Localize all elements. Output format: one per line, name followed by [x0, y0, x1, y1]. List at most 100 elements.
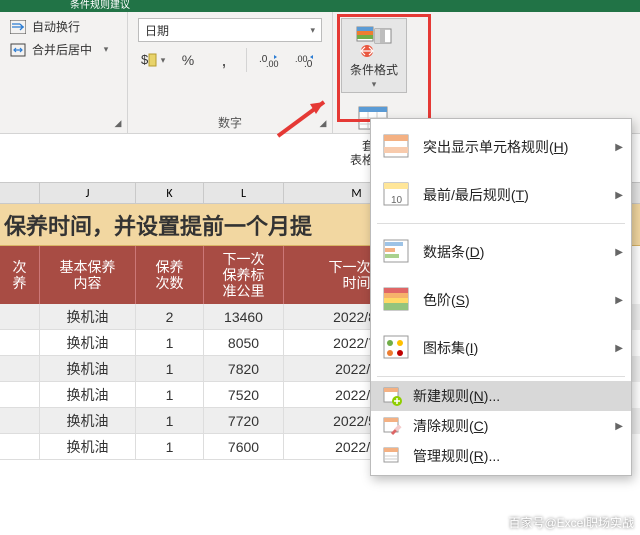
chevron-down-icon: ▾: [310, 25, 315, 36]
menu-data-bars[interactable]: 数据条(D) ▶: [371, 228, 631, 276]
submenu-arrow-icon: ▶: [615, 343, 623, 354]
menu-separator: [377, 223, 625, 224]
cell[interactable]: 7720: [204, 408, 284, 434]
svg-text:$: $: [141, 52, 149, 67]
merge-center-button[interactable]: 合并后居中 ▾: [10, 41, 117, 58]
cell[interactable]: 2: [136, 304, 204, 330]
merge-center-icon: [10, 43, 26, 57]
clear-rules-icon: [381, 415, 403, 437]
submenu-arrow-icon: ▶: [615, 247, 623, 258]
highlight-rules-icon: [381, 131, 413, 163]
menu-label: 色阶(S): [423, 290, 613, 310]
wrap-text-label: 自动换行: [32, 18, 80, 35]
header-cell[interactable]: 次 养: [0, 246, 40, 304]
conditional-format-label: 条件格式: [350, 63, 398, 77]
cell[interactable]: 1: [136, 330, 204, 356]
svg-text:.00: .00: [266, 59, 279, 68]
number-dialog-launcher[interactable]: ◢: [317, 118, 329, 130]
menu-icon-sets[interactable]: 图标集(I) ▶: [371, 324, 631, 372]
cell[interactable]: [0, 408, 40, 434]
cell[interactable]: 1: [136, 408, 204, 434]
separator: [246, 48, 247, 72]
menu-label: 管理规则(R)...: [413, 446, 613, 466]
cell[interactable]: 7600: [204, 434, 284, 460]
number-format-dropdown[interactable]: 日期 ▾: [138, 18, 322, 42]
menu-label: 最前/最后规则(T): [423, 185, 613, 205]
cell[interactable]: 8050: [204, 330, 284, 356]
menu-label: 新建规则(N)...: [413, 386, 613, 406]
cell[interactable]: 7820: [204, 356, 284, 382]
cell[interactable]: 换机油: [40, 356, 136, 382]
currency-button[interactable]: $ ▾: [138, 48, 166, 72]
title-text: 条件规则建议: [70, 0, 130, 11]
data-bars-icon: [381, 236, 413, 268]
merge-center-label: 合并后居中: [32, 41, 92, 58]
menu-label: 突出显示单元格规则(H): [423, 137, 613, 157]
number-group: 日期 ▾ $ ▾ % , .0.00 .00.0 数字: [128, 12, 333, 133]
cell[interactable]: 换机油: [40, 408, 136, 434]
icon-sets-icon: [381, 332, 413, 364]
col-header-L[interactable]: L: [204, 183, 284, 203]
header-cell[interactable]: 保养 次数: [136, 246, 204, 304]
title-bar: 条件规则建议: [0, 0, 640, 12]
menu-color-scales[interactable]: 色阶(S) ▶: [371, 276, 631, 324]
menu-clear-rules[interactable]: 清除规则(C) ▶: [371, 411, 631, 441]
number-group-label: 数字: [138, 110, 322, 131]
conditional-format-icon: [355, 23, 393, 61]
new-rule-icon: [381, 385, 403, 407]
top-rules-icon: 10: [381, 179, 413, 211]
cell[interactable]: 换机油: [40, 330, 136, 356]
watermark: 百家号@Excel职场实战: [508, 514, 634, 531]
cell[interactable]: [0, 434, 40, 460]
cell[interactable]: 13460: [204, 304, 284, 330]
wrap-text-icon: [10, 20, 26, 34]
conditional-format-button[interactable]: 条件格式 ▾: [341, 18, 407, 93]
submenu-arrow-icon: ▶: [615, 421, 623, 432]
cell[interactable]: 1: [136, 356, 204, 382]
menu-top-rules[interactable]: 10 最前/最后规则(T) ▶: [371, 171, 631, 219]
menu-highlight-rules[interactable]: 突出显示单元格规则(H) ▶: [371, 123, 631, 171]
menu-new-rule[interactable]: 新建规则(N)...: [371, 381, 631, 411]
menu-label: 图标集(I): [423, 338, 613, 358]
wrap-text-button[interactable]: 自动换行: [10, 18, 117, 35]
cell[interactable]: 1: [136, 382, 204, 408]
styles-group: 条件格式 ▾ 套用 表格格式 ▾ 单元格样式 ▾: [333, 12, 415, 133]
color-scales-icon: [381, 284, 413, 316]
comma-button[interactable]: ,: [210, 48, 238, 72]
header-cell[interactable]: 基本保养 内容: [40, 246, 136, 304]
menu-manage-rules[interactable]: 管理规则(R)...: [371, 441, 631, 471]
cell[interactable]: 换机油: [40, 434, 136, 460]
alignment-group: 自动换行 合并后居中 ▾ . ◢: [0, 12, 128, 133]
menu-separator: [377, 376, 625, 377]
ribbon: 自动换行 合并后居中 ▾ . ◢ 日期 ▾ $: [0, 12, 640, 134]
chevron-down-icon: ▾: [161, 55, 166, 66]
menu-label: 数据条(D): [423, 242, 613, 262]
cell[interactable]: [0, 304, 40, 330]
col-header[interactable]: [0, 183, 40, 203]
cell[interactable]: 换机油: [40, 382, 136, 408]
menu-label: 清除规则(C): [413, 416, 613, 436]
cell[interactable]: [0, 382, 40, 408]
cell[interactable]: 7520: [204, 382, 284, 408]
col-header-K[interactable]: K: [136, 183, 204, 203]
chevron-down-icon: ▾: [372, 79, 377, 90]
col-header-J[interactable]: J: [40, 183, 136, 203]
submenu-arrow-icon: ▶: [615, 142, 623, 153]
header-cell[interactable]: 下一次 保养标 准公里: [204, 246, 284, 304]
cell[interactable]: 换机油: [40, 304, 136, 330]
alignment-dialog-launcher[interactable]: ◢: [112, 118, 124, 130]
number-format-value: 日期: [145, 22, 169, 39]
cell[interactable]: [0, 356, 40, 382]
svg-text:.0: .0: [304, 59, 313, 68]
decrease-decimal-button[interactable]: .00.0: [291, 48, 319, 72]
submenu-arrow-icon: ▶: [615, 295, 623, 306]
conditional-format-menu: 突出显示单元格规则(H) ▶ 10 最前/最后规则(T) ▶ 数据条(D) ▶ …: [370, 118, 632, 476]
cell[interactable]: 1: [136, 434, 204, 460]
cell[interactable]: [0, 330, 40, 356]
increase-decimal-button[interactable]: .0.00: [255, 48, 283, 72]
percent-button[interactable]: %: [174, 48, 202, 72]
submenu-arrow-icon: ▶: [615, 190, 623, 201]
svg-text:10: 10: [391, 195, 403, 206]
manage-rules-icon: [381, 445, 403, 467]
chevron-down-icon: ▾: [98, 44, 114, 55]
